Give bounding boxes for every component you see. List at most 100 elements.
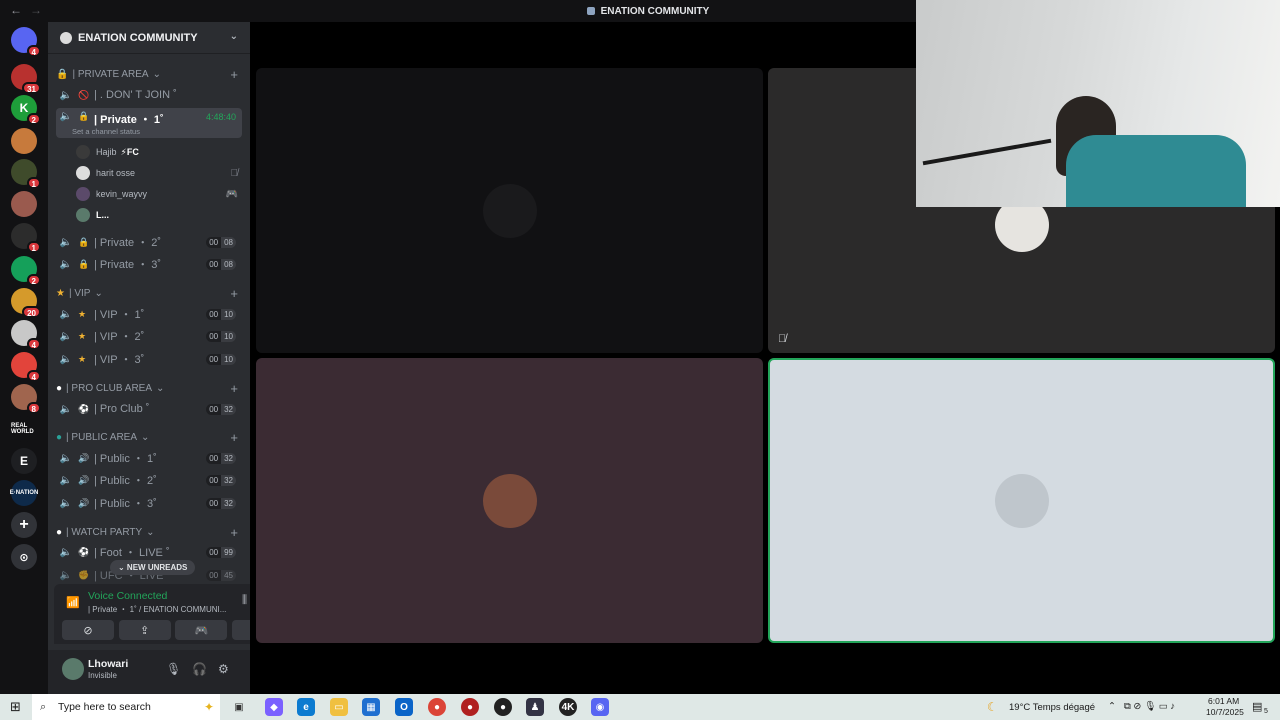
lock-icon: 🔒 <box>56 69 69 80</box>
activities-button[interactable]: 🎮 <box>175 620 228 640</box>
guild-icon <box>60 31 72 44</box>
app-icon[interactable]: ● <box>461 698 479 716</box>
channel-status[interactable]: Set a channel status <box>72 127 140 136</box>
store-icon[interactable]: ▦ <box>362 698 380 716</box>
tray-icons[interactable]: ⧉ ⊘ 🎙 ▭ ♪ <box>1124 701 1175 712</box>
unread-badge: 4 <box>26 45 41 57</box>
category-public-area[interactable]: ● | PUBLIC AREA ⌄ + <box>56 430 242 445</box>
windows-start-icon[interactable]: ⊞ <box>10 699 21 715</box>
channel-private-2[interactable]: 🔈 🔒 | Private ・ 2˚ 00 08 <box>56 232 242 252</box>
file-explorer-icon[interactable]: ▭ <box>330 698 348 716</box>
screen-share-button[interactable]: ⇪ <box>118 620 171 640</box>
voice-user[interactable]: L... <box>76 205 242 225</box>
add-server-icon[interactable]: + <box>11 512 37 538</box>
new-unreads-button[interactable]: ⌄ NEW UNREADS <box>110 560 196 575</box>
server-7-icon[interactable]: 2 <box>11 256 41 286</box>
avatar <box>482 183 537 238</box>
server-6-icon[interactable]: 1 <box>11 223 41 253</box>
4k-app-icon[interactable]: 4K <box>559 698 577 716</box>
discord-home-icon[interactable]: 4 <box>11 27 41 57</box>
category-pro-club-area[interactable]: ● | PRO CLUB AREA ⌄ + <box>56 381 242 396</box>
add-channel-icon[interactable]: + <box>230 286 238 301</box>
category-private-area[interactable]: 🔒 | PRIVATE AREA ⌄ + <box>56 67 242 82</box>
channel-vip-3[interactable]: 🔈 ★ | VIP ・ 3˚ 00 10 <box>56 349 242 369</box>
server-8-icon[interactable]: 20 <box>11 288 41 318</box>
chevron-down-icon: ⌄ <box>152 69 161 80</box>
notification-icon[interactable]: ▤ <box>1252 700 1262 713</box>
server-icon <box>586 7 595 15</box>
voice-user[interactable]: harit osse 🎙̸ <box>76 163 242 183</box>
clock-date[interactable]: 10/7/2025 <box>1206 707 1244 717</box>
channel-vip-2[interactable]: 🔈 ★ | VIP ・ 2˚ 00 10 <box>56 326 242 346</box>
chrome-icon[interactable]: ● <box>428 698 446 716</box>
server-list: 4 31 K 2 1 1 2 20 4 4 8 REAL WORLD E E·NATION + ⊙ <box>0 22 48 694</box>
server-enation-icon[interactable]: E·NATION <box>10 480 38 506</box>
channel-private-1[interactable]: 🔈 🔒 | Private ・ 1˚ 4:48:40 Set a channel sta… <box>56 108 242 138</box>
server-e-icon[interactable]: E <box>11 448 37 474</box>
camera-off-button[interactable]: ⊘ <box>62 620 114 640</box>
add-channel-icon[interactable]: + <box>230 430 238 445</box>
channel-foot-live[interactable]: 🔈 ⚽ | Foot ・ LIVE ˚ 00 99 <box>56 542 242 562</box>
edge-icon[interactable]: e <box>297 698 315 716</box>
voice-status[interactable]: Voice Connected <box>88 590 167 602</box>
speaker-icon: 🔈 <box>59 258 73 270</box>
app-icon[interactable]: ♟ <box>526 698 544 716</box>
category-label: | PRIVATE AREA <box>72 69 149 80</box>
add-channel-icon[interactable]: + <box>230 67 238 82</box>
server-3-icon[interactable] <box>11 128 37 154</box>
category-vip[interactable]: ★ | VIP ⌄ + <box>56 286 242 301</box>
channel-public-2[interactable]: 🔈 🔊 | Public ・ 2˚ 00 32 <box>56 470 242 490</box>
channel-public-1[interactable]: 🔈 🔊 | Public ・ 1˚ 00 32 <box>56 448 242 468</box>
chevron-down-icon[interactable]: ⌄ <box>230 31 238 42</box>
circle-icon: ● <box>56 383 63 394</box>
user-name[interactable]: Lhowari <box>88 658 128 670</box>
video-tile[interactable] <box>256 358 763 643</box>
taskbar-search[interactable]: ⌕ Type here to search ✦ <box>32 694 220 720</box>
voice-user[interactable]: kevin_wayvy 🎮 <box>76 184 242 204</box>
server-real-world-icon[interactable]: REAL WORLD <box>11 416 37 442</box>
channel-public-3[interactable]: 🔈 🔊 | Public ・ 3˚ 00 32 <box>56 493 242 513</box>
app-icon[interactable]: ● <box>494 698 512 716</box>
video-tile-speaking[interactable] <box>768 358 1275 643</box>
category-watch-party[interactable]: ● | WATCH PARTY ⌄ + <box>56 525 242 540</box>
webcam-overlay <box>916 0 1280 207</box>
chevron-up-icon[interactable]: ⌃ <box>1108 701 1116 712</box>
copilot-icon[interactable]: ◆ <box>265 698 283 716</box>
server-k-icon[interactable]: K2 <box>11 95 41 125</box>
server-11-icon[interactable]: 8 <box>11 384 41 414</box>
avatar[interactable] <box>62 658 84 680</box>
user-panel: Lhowari Invisible 🎙 🎧 ⚙ <box>48 650 250 694</box>
no-entry-icon: 🚫 <box>78 89 90 100</box>
voice-channel-link[interactable]: | Private ・ 1˚ / ENATION COMMUNI... <box>88 604 226 615</box>
server-5-icon[interactable] <box>11 191 37 217</box>
windows-taskbar: ⊞ ⌕ Type here to search ✦ ▣ ◆ e ▭ ▦ O ● … <box>0 694 1280 720</box>
voice-user[interactable]: Hajib ⚡FC <box>76 142 242 162</box>
microphone-icon[interactable]: 🎙 <box>166 662 181 676</box>
discord-icon[interactable]: ◉ <box>591 698 609 716</box>
add-channel-icon[interactable]: + <box>230 381 238 396</box>
gear-icon[interactable]: ⚙ <box>218 662 229 676</box>
channel-private-3[interactable]: 🔈 🔒 | Private ・ 3˚ 00 08 <box>56 254 242 274</box>
outlook-icon[interactable]: O <box>395 698 413 716</box>
guild-header[interactable]: ENATION COMMUNITY ⌄ <box>48 22 250 54</box>
discover-icon[interactable]: ⊙ <box>11 544 37 570</box>
add-channel-icon[interactable]: + <box>230 525 238 540</box>
channel-pro-club[interactable]: 🔈 ⚽ | Pro Club ˚ 00 32 <box>56 399 242 419</box>
server-1-icon[interactable]: 31 <box>11 64 41 94</box>
clock-time[interactable]: 6:01 AM <box>1208 696 1239 706</box>
channel-vip-1[interactable]: 🔈 ★ | VIP ・ 1˚ 00 10 <box>56 304 242 324</box>
weather-text[interactable]: 19°C Temps dégagé <box>1009 702 1095 713</box>
server-9-icon[interactable]: 4 <box>11 320 41 350</box>
speaker-icon: 🔈 <box>59 569 73 581</box>
speaker-icon: 🔈 <box>59 308 73 320</box>
headphones-icon[interactable]: 🎧 <box>192 662 207 676</box>
server-4-icon[interactable]: 1 <box>11 159 41 189</box>
moon-icon: ☾ <box>987 700 998 714</box>
video-tile[interactable] <box>256 68 763 353</box>
signal-icon[interactable]: 📶 <box>66 596 80 609</box>
noise-suppression-icon[interactable]: ⫼ <box>242 594 247 607</box>
channel-dont-join[interactable]: 🔈 🚫 | . DON' T JOIN ˚ <box>56 85 242 105</box>
search-placeholder: Type here to search <box>58 701 151 713</box>
task-view-icon[interactable]: ▣ <box>230 698 248 716</box>
server-10-icon[interactable]: 4 <box>11 352 41 382</box>
